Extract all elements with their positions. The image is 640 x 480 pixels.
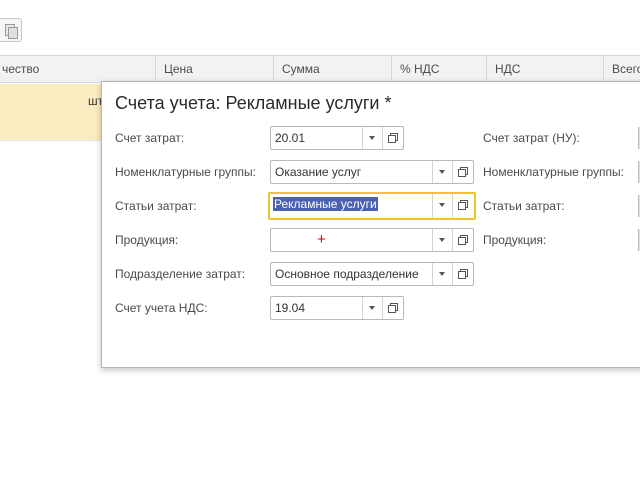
tax-nomenclature-groups-label: Номенклатурные группы: [483, 165, 624, 179]
tax-products-label: Продукция: [483, 233, 547, 247]
cost-account-value: 20.01 [275, 131, 306, 145]
cost-items-value: Рекламные услуги [273, 197, 378, 211]
tax-cost-items-label: Статьи затрат: [483, 199, 565, 213]
cost-department-label: Подразделение затрат: [115, 267, 246, 281]
cost-account-label: Счет затрат: [115, 131, 185, 145]
cost-department-field[interactable]: Основное подразделение [270, 262, 474, 286]
cost-department-value: Основное подразделение [275, 267, 419, 281]
unit-cell-bg [80, 84, 102, 140]
chevron-down-icon[interactable] [362, 297, 382, 319]
table-header: чество Цена Сумма % НДС НДС Всего [0, 55, 640, 83]
vat-account-label: Счет учета НДС: [115, 301, 208, 315]
toolbar [0, 0, 640, 54]
open-icon[interactable] [452, 194, 472, 218]
vat-account-field[interactable]: 19.04 [270, 296, 404, 320]
chevron-down-icon[interactable] [432, 229, 452, 251]
open-icon[interactable] [452, 263, 472, 285]
nomenclature-groups-label: Номенклатурные группы: [115, 165, 256, 179]
required-marker-icon: + [317, 231, 326, 248]
tax-cost-account-label: Счет затрат (НУ): [483, 131, 580, 145]
nomenclature-groups-value: Оказание услуг [275, 165, 362, 179]
products-label: Продукция: [115, 233, 179, 247]
chevron-down-icon[interactable] [362, 127, 382, 149]
dialog-title: Счета учета: Рекламные услуги * [115, 93, 392, 113]
column-header-total[interactable]: Всего [604, 56, 640, 83]
nomenclature-groups-field[interactable]: Оказание услуг [270, 160, 474, 184]
open-icon[interactable] [452, 229, 472, 251]
chevron-down-icon[interactable] [432, 194, 452, 218]
cost-items-field[interactable]: Рекламные услуги [268, 192, 476, 220]
cost-items-label: Статьи затрат: [115, 199, 197, 213]
vat-account-value: 19.04 [275, 301, 306, 315]
copy-icon-back [8, 27, 18, 39]
column-header-quantity[interactable]: чество [0, 56, 156, 83]
open-icon[interactable] [452, 161, 472, 183]
open-icon[interactable] [382, 297, 402, 319]
cost-account-field[interactable]: 20.01 [270, 126, 404, 150]
column-header-price[interactable]: Цена [156, 56, 274, 83]
quantity-cell[interactable] [0, 84, 80, 140]
open-icon[interactable] [382, 127, 402, 149]
products-field[interactable]: + [270, 228, 474, 252]
copy-button[interactable] [0, 18, 22, 42]
accounts-dialog: Счета учета: Рекламные услуги * Счет зат… [101, 81, 640, 368]
chevron-down-icon[interactable] [432, 263, 452, 285]
column-header-vat[interactable]: НДС [487, 56, 604, 83]
column-header-sum[interactable]: Сумма [274, 56, 392, 83]
chevron-down-icon[interactable] [432, 161, 452, 183]
column-header-vat-rate[interactable]: % НДС [392, 56, 487, 83]
